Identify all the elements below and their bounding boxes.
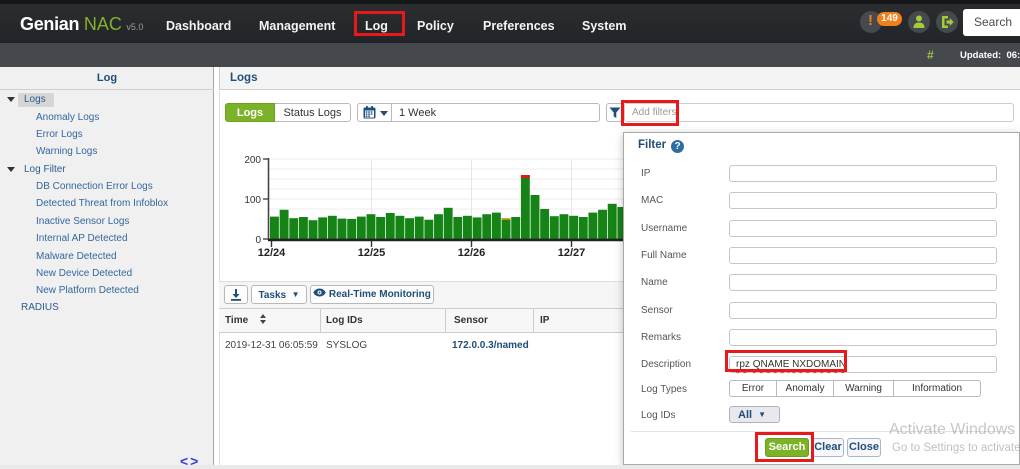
svg-text:12/26: 12/26 xyxy=(458,247,486,259)
svg-text:12/25: 12/25 xyxy=(358,247,386,259)
svg-text:200: 200 xyxy=(244,155,261,166)
svg-text:12/24: 12/24 xyxy=(258,247,286,259)
svg-text:12/27: 12/27 xyxy=(558,247,586,259)
svg-text:0: 0 xyxy=(255,235,261,246)
svg-text:100: 100 xyxy=(244,195,261,206)
